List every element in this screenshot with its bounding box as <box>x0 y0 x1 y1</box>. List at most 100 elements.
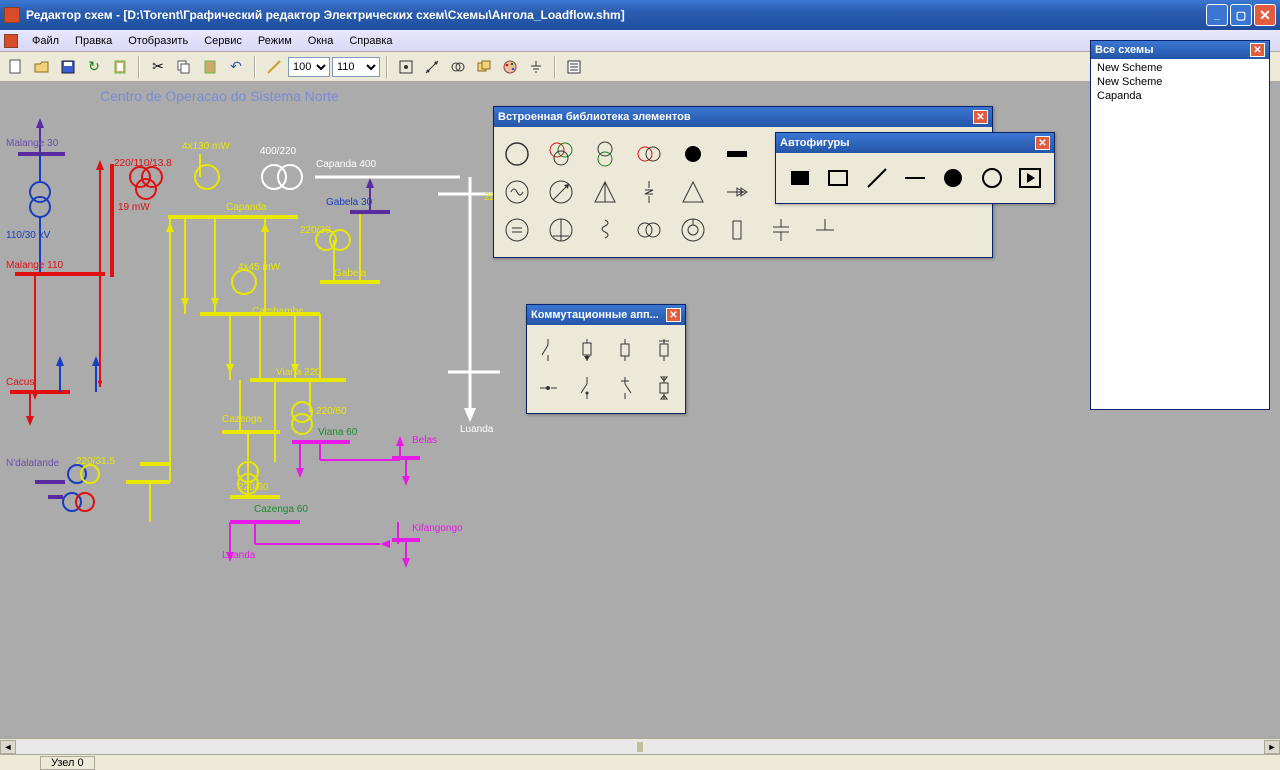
switch-6[interactable] <box>574 373 601 403</box>
app-icon <box>4 7 20 23</box>
close-icon[interactable]: ✕ <box>1035 136 1050 150</box>
switch-3[interactable] <box>612 335 639 365</box>
schemes-panel-title[interactable]: Все схемы ✕ <box>1091 41 1269 59</box>
close-icon[interactable]: ✕ <box>666 308 681 322</box>
paste2-icon[interactable] <box>198 55 222 79</box>
diagram-label: Luanda <box>460 424 493 435</box>
play-shape[interactable] <box>1016 163 1044 193</box>
horizontal-scrollbar[interactable]: ◄ ► <box>0 738 1280 754</box>
schemes-panel[interactable]: Все схемы ✕ New Scheme New Scheme Capand… <box>1090 40 1270 410</box>
canvas-area[interactable]: Malange 30110/30 kVMalange 110CacusN'dal… <box>0 82 1280 738</box>
diagram-label: Capanda <box>226 202 267 213</box>
menu-windows[interactable]: Окна <box>300 33 342 49</box>
menu-file[interactable]: Файл <box>24 33 67 49</box>
diag-line-shape[interactable] <box>863 163 891 193</box>
filled-circle-symbol[interactable] <box>678 139 708 169</box>
cut-icon[interactable]: ✂ <box>146 55 170 79</box>
diagram-label: Cazenga <box>222 414 262 425</box>
equal-circle-symbol[interactable] <box>502 215 532 245</box>
double-circle-icon[interactable] <box>446 55 470 79</box>
minimize-button[interactable]: _ <box>1206 4 1228 26</box>
three-circle-symbol[interactable] <box>546 139 576 169</box>
menu-edit[interactable]: Правка <box>67 33 120 49</box>
diagram-label: Luanda <box>222 550 255 561</box>
zoom-combo-2[interactable]: 110 <box>332 57 380 77</box>
rect-symbol[interactable] <box>722 215 752 245</box>
switch-8[interactable] <box>651 373 678 403</box>
copy-icon[interactable] <box>172 55 196 79</box>
cross-circle-symbol[interactable] <box>546 215 576 245</box>
zoom-combo-1[interactable]: 100 <box>288 57 330 77</box>
switch-4[interactable] <box>651 335 678 365</box>
spark-symbol[interactable] <box>634 177 664 207</box>
window-title: Редактор схем - [D:\Torent\Графический р… <box>26 8 1206 22</box>
scroll-right-icon[interactable]: ► <box>1264 740 1280 754</box>
new-icon[interactable] <box>4 55 28 79</box>
shapes-panel-title[interactable]: Автофигуры ✕ <box>776 133 1054 153</box>
generator-symbol[interactable] <box>502 177 532 207</box>
scheme-item[interactable]: New Scheme <box>1097 61 1263 75</box>
undo-icon[interactable]: ↶ <box>224 55 248 79</box>
two-circle-v-symbol[interactable] <box>590 139 620 169</box>
scroll-left-icon[interactable]: ◄ <box>0 740 16 754</box>
menu-view[interactable]: Отобразить <box>120 33 196 49</box>
palette-icon[interactable] <box>498 55 522 79</box>
save-icon[interactable] <box>56 55 80 79</box>
status-cell: Узел 0 <box>40 756 95 770</box>
ground-symbol[interactable] <box>810 215 840 245</box>
shapes-panel[interactable]: Автофигуры ✕ <box>775 132 1055 204</box>
open-icon[interactable] <box>30 55 54 79</box>
mdi-icon <box>4 34 18 48</box>
menu-service[interactable]: Сервис <box>196 33 250 49</box>
ground-icon[interactable] <box>524 55 548 79</box>
refresh-icon[interactable]: ↻ <box>82 55 106 79</box>
toolbar: ↻ ✂ ↶ 100 110 <box>0 52 1280 82</box>
capacitor-symbol[interactable] <box>766 215 796 245</box>
two-circle-h-symbol[interactable] <box>634 139 664 169</box>
schemes-list: New Scheme New Scheme Capanda <box>1091 59 1269 105</box>
close-icon[interactable]: ✕ <box>973 110 988 124</box>
node-icon[interactable] <box>394 55 418 79</box>
close-icon[interactable]: ✕ <box>1250 43 1265 57</box>
scheme-item[interactable]: New Scheme <box>1097 75 1263 89</box>
list-icon[interactable] <box>562 55 586 79</box>
switch-5[interactable] <box>535 373 562 403</box>
menu-mode[interactable]: Режим <box>250 33 300 49</box>
h-line-shape[interactable] <box>901 163 929 193</box>
diagram-label: Gabela 30 <box>326 197 372 208</box>
diagonal-line-icon[interactable] <box>420 55 444 79</box>
diagram-label: 400/220 <box>260 146 296 157</box>
diagram-label: Cacus <box>6 377 34 388</box>
scroll-track[interactable] <box>16 740 1264 754</box>
switch-2[interactable] <box>574 335 601 365</box>
coil-symbol[interactable] <box>590 215 620 245</box>
scheme-item[interactable]: Capanda <box>1097 89 1263 103</box>
menu-help[interactable]: Справка <box>341 33 400 49</box>
close-button[interactable]: ✕ <box>1254 4 1276 26</box>
titlebar: Редактор схем - [D:\Torent\Графический р… <box>0 0 1280 30</box>
outline-rect-shape[interactable] <box>824 163 852 193</box>
pencil-icon[interactable] <box>262 55 286 79</box>
outline-circle-shape[interactable] <box>977 163 1005 193</box>
paste-icon[interactable] <box>108 55 132 79</box>
diagram-label: 4x45 mW <box>238 262 280 273</box>
layers-icon[interactable] <box>472 55 496 79</box>
double-arrow-symbol[interactable] <box>722 177 752 207</box>
triangle-outline-symbol[interactable] <box>678 177 708 207</box>
thick-line-symbol[interactable] <box>722 139 752 169</box>
filled-circle-shape[interactable] <box>939 163 967 193</box>
arrow-circle-symbol[interactable] <box>546 177 576 207</box>
diagram-label: Cambambe <box>252 306 304 317</box>
switch-1[interactable] <box>535 335 562 365</box>
inscribed-circle-symbol[interactable] <box>678 215 708 245</box>
switch-panel[interactable]: Коммутационные апп... ✕ <box>526 304 686 414</box>
diagram-label: Belas <box>412 435 437 446</box>
switch-panel-title[interactable]: Коммутационные апп... ✕ <box>527 305 685 325</box>
circle-symbol[interactable] <box>502 139 532 169</box>
linked-circles-symbol[interactable] <box>634 215 664 245</box>
library-panel-title[interactable]: Встроенная библиотека элементов ✕ <box>494 107 992 127</box>
filled-rect-shape[interactable] <box>786 163 814 193</box>
triangle-symbol[interactable] <box>590 177 620 207</box>
switch-7[interactable] <box>612 373 639 403</box>
maximize-button[interactable]: ▢ <box>1230 4 1252 26</box>
